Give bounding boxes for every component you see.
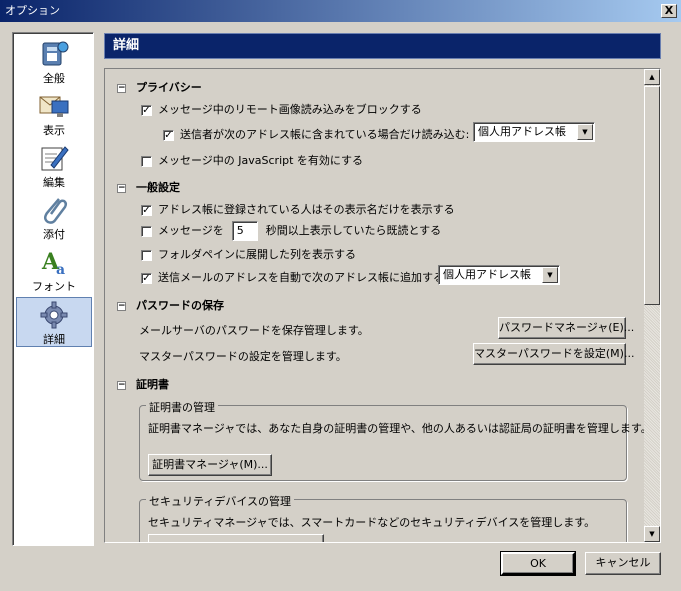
security-device-group: セキュリティデバイスの管理 セキュリティマネージャでは、スマートカードなどのセキ…	[139, 493, 627, 542]
certificate-management-legend: 証明書の管理	[146, 399, 218, 415]
passwords-title: パスワードの保存	[136, 299, 224, 312]
auto-add-outgoing-option[interactable]: ✓ 送信メールのアドレスを自動で次のアドレス帳に追加する:	[141, 269, 448, 285]
certificate-management-description: 証明書マネージャでは、あなた自身の証明書の管理や、他の人あるいは認証局の証明書を…	[148, 422, 652, 435]
category-font[interactable]: A a フォント	[16, 245, 92, 295]
addressbook-select-value: 個人用アドレス帳	[478, 125, 566, 138]
scroll-up-icon[interactable]: ▲	[644, 69, 660, 85]
font-icon: A a	[41, 249, 65, 277]
window-title: オプション	[5, 4, 60, 17]
mark-read-option[interactable]: メッセージを 5 秒間以上表示していたら既読とする	[141, 221, 441, 241]
mark-read-label-prefix: メッセージを	[158, 224, 224, 237]
folder-pane-columns-label: フォルダペインに展開した列を表示する	[158, 248, 356, 261]
block-remote-images-checkbox[interactable]: ✓	[141, 104, 152, 116]
passwords-section-header[interactable]: − パスワードの保存	[117, 297, 224, 313]
general-icon	[42, 41, 69, 66]
security-device-legend: セキュリティデバイスの管理	[146, 493, 295, 509]
collapse-icon[interactable]: −	[117, 301, 126, 311]
category-attachment-label: 添付	[43, 228, 65, 241]
general-section-header[interactable]: − 一般設定	[117, 179, 180, 195]
enable-javascript-label: メッセージ中の JavaScript を有効にする	[158, 154, 364, 167]
show-display-name-option[interactable]: ✓ アドレス帳に登録されている人はその表示名だけを表示する	[141, 201, 455, 217]
enable-javascript-option[interactable]: メッセージ中の JavaScript を有効にする	[141, 152, 363, 168]
svg-text:a: a	[56, 262, 65, 277]
mark-read-label-suffix: 秒間以上表示していたら既読とする	[265, 224, 442, 237]
category-display-label: 表示	[43, 124, 65, 137]
category-advanced[interactable]: 詳細	[16, 297, 92, 347]
category-compose-label: 編集	[43, 176, 65, 189]
allow-from-addressbook-checkbox[interactable]: ✓	[163, 129, 174, 141]
folder-pane-columns-checkbox[interactable]	[141, 249, 152, 261]
auto-add-outgoing-checkbox[interactable]: ✓	[141, 272, 152, 284]
scroll-down-icon[interactable]: ▼	[644, 526, 660, 542]
mark-read-seconds-input[interactable]: 5	[231, 221, 258, 241]
collapse-icon[interactable]: −	[117, 380, 126, 390]
category-sidebar: 全般 表示 編集 添付 A a フォント 詳細	[12, 32, 94, 546]
general-title: 一般設定	[136, 181, 180, 194]
show-display-name-checkbox[interactable]: ✓	[141, 204, 152, 216]
allow-from-addressbook-option[interactable]: ✓ 送信者が次のアドレス帳に含まれている場合だけ読み込む:	[163, 126, 469, 142]
show-display-name-label: アドレス帳に登録されている人はその表示名だけを表示する	[158, 203, 455, 216]
category-attachment[interactable]: 添付	[16, 193, 92, 243]
panel-title: 詳細	[113, 38, 140, 53]
title-bar: オプション X	[0, 0, 681, 22]
auto-add-outgoing-label: 送信メールのアドレスを自動で次のアドレス帳に追加する:	[158, 271, 448, 284]
block-remote-images-option[interactable]: ✓ メッセージ中のリモート画像読み込みをブロックする	[141, 101, 422, 117]
privacy-section-header[interactable]: − プライバシー	[117, 79, 202, 95]
panel-header: 詳細	[104, 33, 661, 59]
password-manager-description: メールサーバのパスワードを保存管理します。	[139, 324, 369, 337]
category-general[interactable]: 全般	[16, 37, 92, 87]
cancel-button[interactable]: キャンセル	[585, 552, 661, 575]
compose-icon	[41, 146, 69, 171]
allow-from-addressbook-label: 送信者が次のアドレス帳に含まれている場合だけ読み込む:	[180, 128, 470, 141]
settings-pane: − プライバシー ✓ メッセージ中のリモート画像読み込みをブロックする ✓ 送信者が次…	[104, 68, 661, 543]
folder-pane-columns-option[interactable]: フォルダペインに展開した列を表示する	[141, 246, 356, 262]
category-display[interactable]: 表示	[16, 89, 92, 139]
addressbook-select[interactable]: 個人用アドレス帳 ▼	[473, 122, 595, 142]
password-manager-button[interactable]: パスワードマネージャ(E)...	[498, 317, 634, 339]
certificates-title: 証明書	[136, 378, 169, 391]
close-button[interactable]: X	[661, 4, 677, 18]
collapse-icon[interactable]: −	[117, 83, 126, 93]
certificates-section-header[interactable]: − 証明書	[117, 376, 169, 392]
scroll-thumb[interactable]	[644, 86, 660, 305]
outgoing-addressbook-select-value: 個人用アドレス帳	[443, 268, 531, 281]
category-general-label: 全般	[43, 72, 65, 85]
gear-icon	[40, 301, 68, 329]
security-device-button[interactable]	[148, 534, 324, 542]
vertical-scrollbar[interactable]: ▲ ▼	[644, 69, 660, 542]
outgoing-addressbook-select[interactable]: 個人用アドレス帳 ▼	[438, 265, 560, 285]
mark-read-checkbox[interactable]	[141, 225, 152, 237]
category-compose[interactable]: 編集	[16, 141, 92, 191]
attachment-icon	[44, 198, 68, 224]
category-advanced-label: 詳細	[43, 333, 65, 346]
master-password-description: マスターパスワードの設定を管理します。	[139, 350, 347, 363]
master-password-button[interactable]: マスターパスワードを設定(M)...	[473, 343, 634, 365]
certificate-management-group: 証明書の管理 証明書マネージャでは、あなた自身の証明書の管理や、他の人あるいは認…	[139, 399, 652, 481]
collapse-icon[interactable]: −	[117, 183, 126, 193]
privacy-title: プライバシー	[136, 81, 202, 94]
category-font-label: フォント	[32, 280, 76, 293]
certificate-manager-button[interactable]: 証明書マネージャ(M)...	[148, 454, 272, 476]
security-device-description: セキュリティマネージャでは、スマートカードなどのセキュリティデバイスを管理します…	[148, 516, 596, 529]
enable-javascript-checkbox[interactable]	[141, 155, 152, 167]
ok-button[interactable]: OK	[500, 551, 576, 576]
display-icon	[39, 96, 69, 117]
chevron-down-icon[interactable]: ▼	[542, 267, 558, 283]
block-remote-images-label: メッセージ中のリモート画像読み込みをブロックする	[158, 103, 422, 116]
chevron-down-icon[interactable]: ▼	[577, 124, 593, 140]
